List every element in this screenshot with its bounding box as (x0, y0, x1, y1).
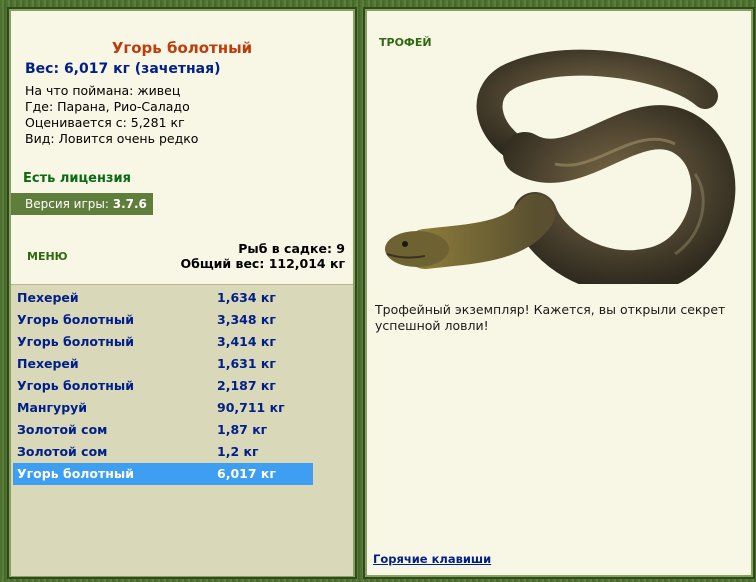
fish-name: Золотой сом (17, 444, 108, 459)
total-weight: Общий вес: 112,014 кг (180, 256, 346, 271)
fish-count: Рыб в садке: 9 (238, 241, 345, 256)
menu-button[interactable]: МЕНЮ (27, 250, 68, 263)
list-item[interactable]: Золотой сом 1,87 кг (13, 419, 313, 441)
list-item[interactable]: Золотой сом 1,2 кг (13, 441, 313, 463)
fish-list: Пехерей 1,634 кг Угорь болотный 3,348 кг… (11, 284, 353, 576)
catch-info-panel: Угорь болотный Вес: 6,017 кг (зачетная) … (7, 7, 357, 579)
fish-weight-cell: 1,87 кг (217, 422, 268, 437)
eel-image (385, 49, 736, 284)
value-info: Оценивается с: 5,281 кг (25, 115, 185, 130)
list-item[interactable]: Пехерей 1,631 кг (13, 353, 313, 375)
version-value: 3.7.6 (112, 197, 147, 211)
trophy-message: Трофейный экземпляр! Кажется, вы открыли… (375, 302, 726, 333)
fish-name: Пехерей (17, 356, 79, 371)
fish-name: Пехерей (17, 290, 79, 305)
list-item[interactable]: Пехерей 1,634 кг (13, 287, 313, 309)
fish-weight-cell: 1,631 кг (217, 356, 276, 371)
list-item-selected[interactable]: Угорь болотный 6,017 кг (13, 463, 313, 485)
fish-name: Угорь болотный (17, 378, 134, 393)
fish-weight-cell: 3,348 кг (217, 312, 276, 327)
fish-name: Мангуруй (17, 400, 88, 415)
fish-name: Угорь болотный (17, 312, 134, 327)
hotkeys-link[interactable]: Горячие клавиши (373, 552, 491, 566)
fish-weight-cell: 1,2 кг (217, 444, 259, 459)
version-bar: Версия игры: 3.7.6 (11, 193, 153, 215)
fish-name: Золотой сом (17, 422, 108, 437)
type-info: Вид: Ловится очень редко (25, 131, 199, 146)
fish-weight: Вес: 6,017 кг (зачетная) (25, 61, 221, 77)
fish-weight-cell: 1,634 кг (217, 290, 276, 305)
fish-weight-cell: 6,017 кг (217, 466, 276, 481)
fish-name: Угорь болотный (17, 466, 134, 481)
fish-weight-cell: 3,414 кг (217, 334, 276, 349)
list-item[interactable]: Угорь болотный 3,348 кг (13, 309, 313, 331)
fish-weight-cell: 2,187 кг (217, 378, 276, 393)
bait-info: На что поймана: живец (25, 83, 181, 98)
version-label: Версия игры: (25, 197, 109, 211)
license-status: Есть лицензия (23, 171, 131, 186)
location-info: Где: Парана, Рио-Саладо (25, 99, 190, 114)
trophy-panel: ТРОФЕЙ Трофейный экземпляр! Кажется, вы … (363, 7, 755, 579)
fish-weight-cell: 90,711 кг (217, 400, 285, 415)
keepnet-stats: Рыб в садке: 9 Общий вес: 112,014 кг (181, 241, 346, 271)
fish-title: Угорь болотный (111, 39, 253, 57)
list-item[interactable]: Угорь болотный 2,187 кг (13, 375, 313, 397)
list-item[interactable]: Угорь болотный 3,414 кг (13, 331, 313, 353)
list-item[interactable]: Мангуруй 90,711 кг (13, 397, 313, 419)
fish-name: Угорь болотный (17, 334, 134, 349)
